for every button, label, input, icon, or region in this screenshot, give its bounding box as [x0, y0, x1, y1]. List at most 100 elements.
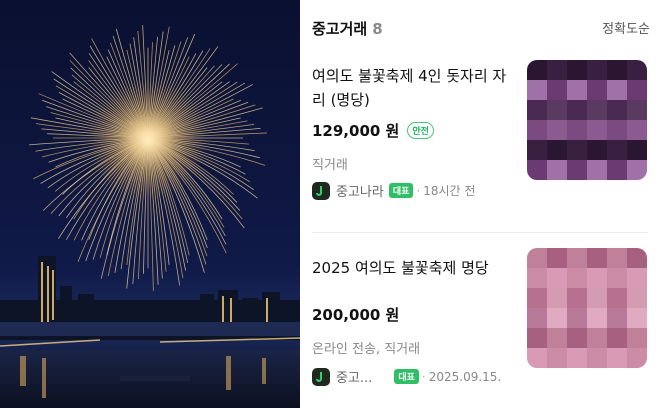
mosaic-tile — [627, 288, 647, 308]
listing-item[interactable]: 2025 여의도 불꽃축제 명당 200,000 원 온라인 전송, 직거래 중… — [300, 248, 660, 408]
mosaic-tile — [627, 100, 647, 120]
mosaic-tile — [627, 268, 647, 288]
mosaic-tile — [547, 328, 567, 348]
safe-badge: 안전 — [407, 122, 434, 139]
mosaic-tile — [607, 120, 627, 140]
mosaic-tile — [527, 60, 547, 80]
mosaic-tile — [627, 328, 647, 348]
mosaic-tile — [607, 80, 627, 100]
mosaic-tile — [527, 100, 547, 120]
rep-badge: 대표 — [388, 183, 414, 198]
mosaic-tile — [547, 160, 567, 180]
mosaic-tile — [567, 80, 587, 100]
mosaic-tile — [547, 248, 567, 268]
mosaic-tile — [607, 100, 627, 120]
mosaic-tile — [607, 160, 627, 180]
mosaic-tile — [567, 120, 587, 140]
mosaic-tile — [587, 80, 607, 100]
listing-title: 여의도 불꽃축제 4인 돗자리 자리 (명당) — [312, 67, 507, 109]
mosaic-tile — [547, 60, 567, 80]
sort-dropdown[interactable]: 정확도순 — [602, 18, 650, 37]
mosaic-tile — [547, 268, 567, 288]
mosaic-tile — [627, 60, 647, 80]
listing-meta: 중고... 대표 · 2025.09.15. — [312, 367, 501, 386]
separator-dot: · — [416, 183, 421, 198]
listing-item[interactable]: 여의도 불꽃축제 4인 돗자리 자리 (명당) 129,000 원 안전 직거래 … — [300, 60, 660, 232]
trade-method: 직거래 — [312, 158, 348, 173]
mosaic-tile — [607, 248, 627, 268]
mosaic-tile — [527, 248, 547, 268]
mosaic-tile — [587, 60, 607, 80]
mosaic-tile — [527, 160, 547, 180]
listing-thumbnail[interactable] — [527, 60, 647, 180]
mosaic-tile — [607, 288, 627, 308]
listing-time: 2025.09.15. — [428, 369, 502, 384]
mosaic-tile — [587, 308, 607, 328]
mosaic-tile — [627, 80, 647, 100]
mosaic-tile — [547, 120, 567, 140]
mosaic-tile — [587, 328, 607, 348]
mosaic-tile — [607, 308, 627, 328]
mosaic-tile — [547, 80, 567, 100]
mosaic-tile — [567, 140, 587, 160]
fireworks-photo — [0, 0, 300, 408]
mosaic-tile — [627, 248, 647, 268]
mosaic-tile — [627, 160, 647, 180]
mosaic-tile — [627, 120, 647, 140]
listing-price: 200,000 원 — [312, 306, 400, 324]
mosaic-tile — [587, 120, 607, 140]
mosaic-tile — [567, 328, 587, 348]
mosaic-tile — [587, 288, 607, 308]
mosaic-tile — [547, 140, 567, 160]
section-header: 중고거래 8 — [312, 18, 383, 39]
listing-time: 18시간 전 — [423, 184, 476, 198]
mosaic-tile — [547, 100, 567, 120]
mosaic-tile — [527, 348, 547, 368]
mosaic-tile — [587, 100, 607, 120]
mosaic-tile — [527, 328, 547, 348]
mosaic-tile — [547, 288, 567, 308]
mosaic-tile — [587, 248, 607, 268]
mosaic-tile — [607, 348, 627, 368]
separator-dot: · — [421, 369, 426, 384]
mosaic-tile — [607, 268, 627, 288]
mosaic-tile — [547, 348, 567, 368]
mosaic-tile — [587, 140, 607, 160]
listing-price: 129,000 원 안전 — [312, 120, 434, 141]
listing-divider — [312, 232, 648, 233]
mosaic-tile — [567, 348, 587, 368]
mosaic-tile — [567, 248, 587, 268]
rep-badge: 대표 — [394, 369, 419, 384]
mosaic-tile — [607, 140, 627, 160]
mosaic-tile — [567, 308, 587, 328]
mosaic-tile — [527, 268, 547, 288]
result-count: 8 — [372, 20, 383, 38]
listing-thumbnail[interactable] — [527, 248, 647, 368]
mosaic-tile — [587, 348, 607, 368]
mosaic-tile — [627, 308, 647, 328]
mosaic-tile — [547, 308, 567, 328]
mosaic-tile — [527, 288, 547, 308]
marketplace-panel: 중고거래 8 정확도순 여의도 불꽃축제 4인 돗자리 자리 (명당) 129,0… — [300, 0, 660, 408]
mosaic-tile — [527, 308, 547, 328]
junggonara-app-icon — [312, 181, 330, 200]
mosaic-tile — [567, 60, 587, 80]
listing-meta: 중고나라 대표 · 18시간 전 — [312, 181, 475, 200]
price-value: 129,000 원 — [312, 122, 400, 140]
mosaic-tile — [607, 328, 627, 348]
mosaic-tile — [567, 288, 587, 308]
mosaic-tile — [527, 80, 547, 100]
mosaic-tile — [627, 348, 647, 368]
mosaic-tile — [567, 268, 587, 288]
junggonara-app-icon — [312, 367, 330, 386]
mosaic-tile — [587, 268, 607, 288]
mosaic-tile — [567, 160, 587, 180]
trade-method: 온라인 전송, 직거래 — [312, 342, 421, 357]
mosaic-tile — [587, 160, 607, 180]
source-name: 중고... — [336, 371, 373, 386]
mosaic-tile — [627, 140, 647, 160]
section-title: 중고거래 — [312, 20, 368, 38]
mosaic-tile — [527, 120, 547, 140]
listing-title: 2025 여의도 불꽃축제 명당 — [312, 259, 489, 277]
mosaic-tile — [567, 100, 587, 120]
